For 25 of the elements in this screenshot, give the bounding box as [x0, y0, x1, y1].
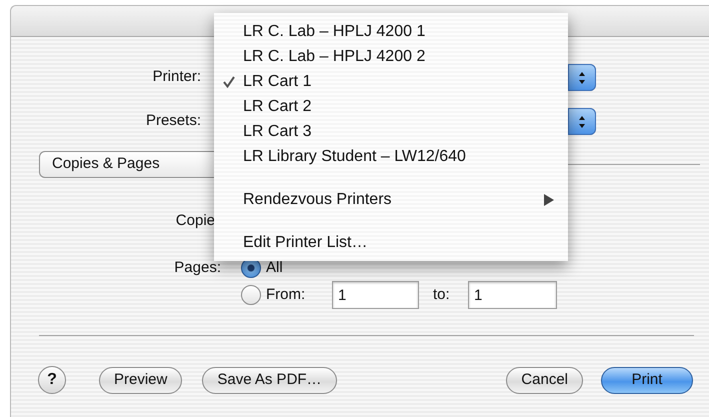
help-button[interactable]: ?	[38, 366, 66, 394]
input-field[interactable]: 1	[468, 281, 557, 309]
menu-item[interactable]: Edit Printer List…	[243, 230, 368, 254]
field-label: Pages:	[173, 258, 221, 278]
push-button[interactable]: Preview	[99, 366, 182, 394]
push-button[interactable]: Save As PDF…	[202, 366, 337, 394]
radio-button[interactable]	[241, 285, 261, 305]
submenu-arrow-icon	[544, 194, 554, 206]
stepper-icon	[578, 70, 586, 86]
field-label: Printer:	[152, 67, 201, 88]
menu-item[interactable]: Rendezvous Printers	[243, 188, 392, 212]
menu-item[interactable]: LR Cart 2	[243, 94, 312, 118]
menu-item[interactable]: LR Cart 3	[243, 120, 312, 144]
print-button[interactable]: Print	[601, 366, 693, 394]
field-label: Presets:	[144, 111, 201, 132]
menu-item[interactable]: LR C. Lab – HPLJ 4200 2	[243, 44, 426, 68]
menu-item[interactable]: LR C. Lab – HPLJ 4200 1	[243, 20, 426, 44]
input-field[interactable]: 1	[332, 281, 419, 309]
stepper-icon	[578, 114, 586, 130]
push-button[interactable]: Cancel	[506, 366, 583, 394]
radio-label: From:	[266, 284, 306, 305]
menu-item[interactable]: LR Cart 1	[243, 70, 312, 94]
field-label: Copie	[174, 210, 215, 231]
field-label: to:	[433, 284, 451, 305]
radio-label: All	[266, 258, 283, 278]
